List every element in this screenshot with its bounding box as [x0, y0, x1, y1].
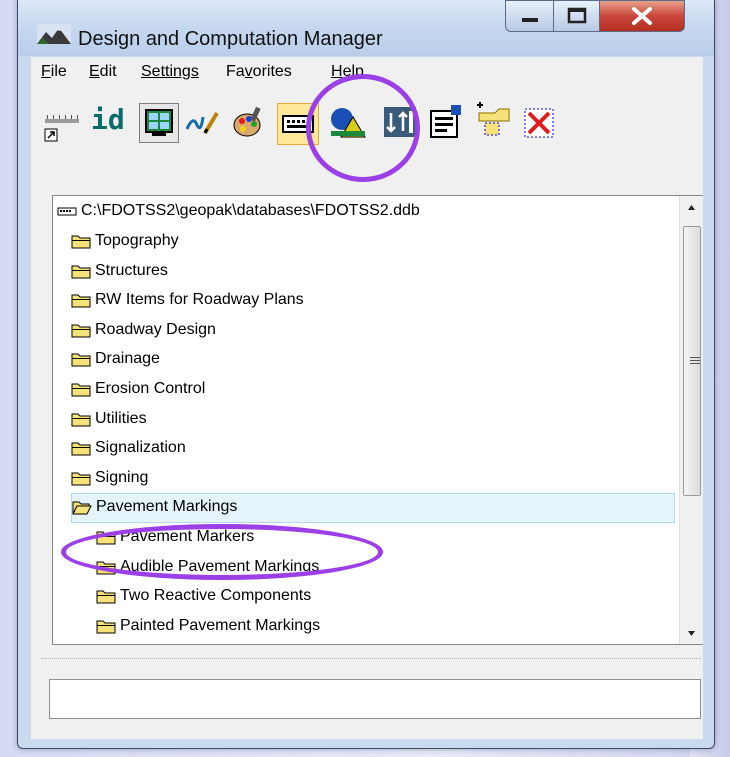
tree-item-label: Topography — [95, 232, 179, 249]
folder-icon — [96, 561, 116, 575]
tree-item-label: Painted Pavement Markings — [120, 616, 321, 634]
menu-edit-accel: E — [89, 63, 100, 80]
delete-button[interactable] — [521, 105, 559, 143]
add-item-icon — [477, 102, 510, 136]
menu-settings-label: Settings — [141, 63, 199, 80]
toolbar: id — [31, 85, 703, 149]
palette-icon — [233, 106, 261, 137]
minimize-button[interactable] — [505, 0, 555, 32]
tree-item-label: Erosion Control — [95, 380, 206, 397]
folder-icon — [71, 472, 91, 486]
tree-item-label: RW Items for Roadway Plans — [95, 291, 304, 309]
tree-item-label: Pavement Markers — [120, 528, 255, 545]
palette-button[interactable] — [229, 103, 267, 141]
menu-help[interactable]: Help — [331, 63, 364, 81]
maximize-button[interactable] — [553, 0, 601, 32]
drive-icon — [57, 207, 77, 216]
folder-icon — [71, 442, 91, 456]
tree-item-label: Structures — [95, 261, 168, 279]
folder-icon — [71, 353, 91, 367]
menu-file[interactable]: File — [41, 63, 67, 81]
maximize-icon — [567, 7, 587, 24]
menu-edit[interactable]: Edit — [89, 63, 117, 81]
folder-icon — [71, 265, 91, 279]
menu-favorites-a: Fa — [226, 63, 245, 80]
folder-icon — [96, 590, 116, 604]
tree-item-label: Utilities — [95, 409, 147, 427]
scroll-down-button[interactable] — [680, 622, 703, 644]
app-icon — [37, 24, 71, 44]
client-area: File Edit Settings Favorites Help id C:\… — [31, 57, 703, 739]
id-icon: id — [91, 103, 125, 136]
menu-bar: File Edit Settings Favorites Help — [31, 57, 703, 85]
scroll-thumb[interactable] — [683, 226, 701, 496]
tool-icon — [384, 107, 416, 137]
vertical-scrollbar[interactable] — [679, 196, 703, 644]
shape-button[interactable] — [329, 103, 367, 141]
tree-root-label: C:\FDOTSS2\geopak\databases\FDOTSS2.ddb — [81, 202, 420, 219]
menu-favorites-accel: v — [244, 63, 253, 80]
window-title: Design and Computation Manager — [78, 28, 383, 50]
title-bar[interactable]: Design and Computation Manager — [18, 0, 714, 56]
tree-item-label: Signing — [95, 468, 149, 486]
id-button[interactable]: id — [89, 101, 129, 139]
folder-open-icon — [72, 501, 92, 515]
menu-edit-rest: dit — [99, 63, 117, 80]
close-button[interactable] — [599, 0, 685, 32]
splitter[interactable] — [41, 658, 701, 663]
place-button[interactable] — [43, 105, 81, 143]
menu-help-accel: H — [331, 63, 343, 80]
folder-icon — [96, 620, 116, 634]
tree-item[interactable]: Pavement Markings — [71, 493, 675, 524]
tree-item-label: Drainage — [95, 350, 160, 368]
display-button[interactable] — [139, 103, 179, 143]
tree-item-label: Signalization — [95, 439, 186, 457]
folder-icon — [71, 294, 91, 308]
folder-icon — [71, 383, 91, 397]
add-item-button[interactable] — [475, 99, 513, 137]
menu-favorites-rest: orites — [252, 63, 292, 80]
folder-icon — [96, 531, 116, 545]
chevron-up-icon — [688, 205, 695, 210]
properties-icon — [430, 105, 461, 138]
tree-item-label: Audible Pavement Markings — [120, 557, 320, 575]
tool-button[interactable] — [381, 103, 419, 141]
draw-icon — [185, 111, 219, 135]
keyboard-button[interactable] — [277, 103, 319, 145]
properties-button[interactable] — [427, 103, 465, 141]
close-icon — [632, 7, 652, 25]
tree-item-label: Pavement Markings — [96, 498, 238, 516]
minimize-icon — [522, 18, 538, 22]
folder-icon — [71, 413, 91, 427]
draw-button[interactable] — [183, 103, 221, 141]
tree-item-label: Two Reactive Components — [120, 587, 312, 605]
tree-item-label: Roadway Design — [95, 320, 216, 338]
dialog-window: Design and Computation Manager File Edit… — [17, 0, 715, 749]
delete-icon — [524, 108, 554, 138]
tree-view[interactable]: C:\FDOTSS2\geopak\databases\FDOTSS2.ddb … — [52, 195, 703, 645]
place-icon — [44, 115, 79, 142]
grip-icon — [690, 357, 700, 364]
shape-icon — [331, 108, 366, 138]
chevron-down-icon — [688, 631, 695, 636]
menu-settings[interactable]: Settings — [141, 63, 199, 81]
menu-file-rest: ile — [50, 63, 67, 80]
menu-favorites[interactable]: Favorites — [226, 63, 292, 81]
tree-content: C:\FDOTSS2\geopak\databases\FDOTSS2.ddb … — [53, 196, 679, 644]
folder-icon — [71, 235, 91, 249]
scroll-up-button[interactable] — [680, 196, 703, 218]
display-icon — [145, 109, 173, 136]
status-field — [49, 679, 701, 719]
menu-help-rest: elp — [342, 63, 364, 80]
folder-icon — [71, 324, 91, 338]
menu-file-accel: F — [41, 63, 51, 80]
keyboard-icon — [282, 115, 314, 133]
